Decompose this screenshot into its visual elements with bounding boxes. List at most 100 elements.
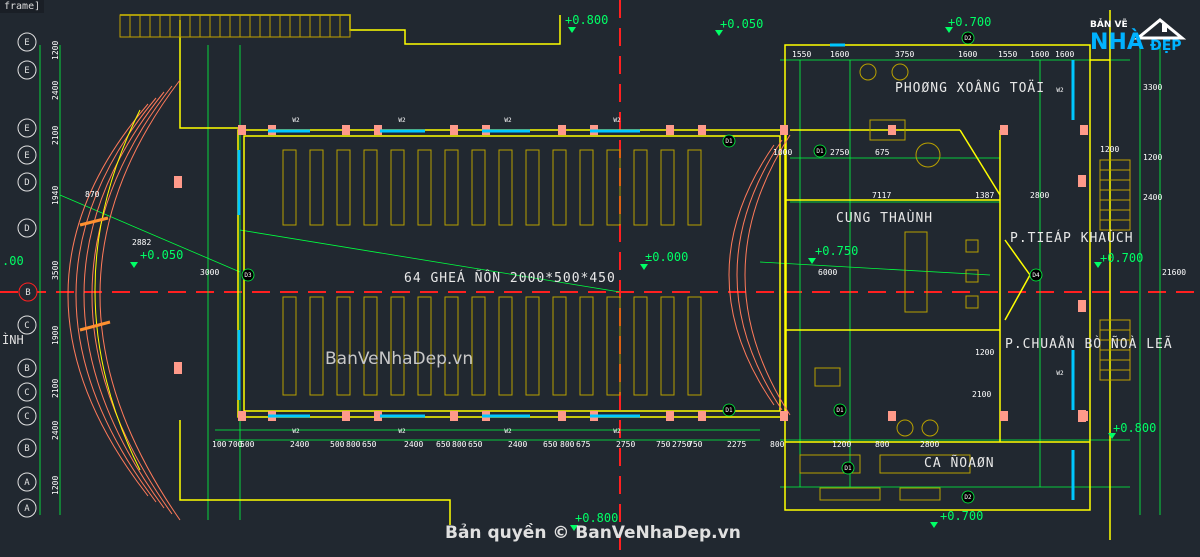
level-label: +0.050 [720,17,763,31]
pew-bench [633,149,648,226]
door-tag: D1 [725,407,733,414]
room-label-ca-doan: CA ÑOAØN [924,455,995,471]
column [1000,411,1008,421]
column [666,411,674,421]
pew-bench [687,296,702,396]
dimension-label: 650 [362,440,377,449]
pew-bench [282,296,297,396]
opening-tag-bubbles [241,31,1043,504]
pew-bench [444,296,459,396]
column [238,125,246,135]
pew-bench [660,296,675,396]
dimension-label: 1200 [51,476,60,495]
level-label: +0.800 [1113,421,1156,435]
column [450,125,458,135]
column [174,176,182,188]
pew-bench [660,149,675,226]
column [888,411,896,421]
pew-bench [579,149,594,226]
window-tag: W2 [398,117,406,124]
door-tag: D2 [964,35,972,42]
dimension-label: 2275 [727,440,746,449]
column [780,125,788,135]
axis-label: D [24,178,29,188]
logo-dep-text: ĐẸP [1150,38,1182,54]
dimension-label: 3500 [51,261,60,280]
door-tag: D1 [816,148,824,155]
column [558,411,566,421]
dimension-label: 2400 [1143,193,1162,202]
column [558,125,566,135]
dimension-label: 750 [688,440,703,449]
pew-bench [363,296,378,396]
logo-nha-text: NHÀ [1090,30,1144,55]
column [1078,300,1086,312]
dimension-label: 100 [212,440,227,449]
column [1080,125,1088,135]
dimension-label: 21600 [1162,268,1186,277]
door-tag: D1 [725,138,733,145]
room-label-chuan-bi: P.CHUAÅN BÒ ÑOÀ LEÃ [1005,336,1173,352]
dimension-label: 2800 [920,440,939,449]
axis-label-center: B [25,288,30,298]
column [780,411,788,421]
dimension-label: 1600 [958,50,977,59]
window-tag: W2 [1056,370,1064,377]
window-tag: W2 [504,117,512,124]
pew-bench [336,296,351,396]
pew-bench [471,149,486,226]
dimension-label: 1550 [792,50,811,59]
dimension-label: 800 [560,440,575,449]
axis-label: C [24,412,29,422]
floor-plan-drawing[interactable]: E E E E D D C B C C B A A B ÌNH +0.800 +… [0,0,1200,557]
dimension-label: 1600 [830,50,849,59]
pew-bench [552,296,567,396]
pew-bench [525,296,540,396]
dimension-label: 2400 [508,440,527,449]
axis-labels: E E E E D D C B C C B A A B [24,38,30,514]
dimension-label: 500 [330,440,345,449]
pew-bench [417,296,432,396]
dimension-label: 870 [85,190,100,199]
dimension-label: 800 [452,440,467,449]
pew-bench [633,296,648,396]
level-label: .00 [2,254,24,268]
pew-bench [471,296,486,396]
pew-bench [309,296,324,396]
pew-bench [525,149,540,226]
axis-label: A [24,478,30,488]
axis-label: C [24,321,29,331]
pew-bench [498,296,513,396]
column [1078,410,1086,422]
dimension-label: 1900 [51,326,60,345]
dimension-label: 1550 [998,50,1017,59]
dimension-label: 2800 [1030,191,1049,200]
window-tag: W2 [504,428,512,435]
column [342,125,350,135]
dimension-label: 650 [436,440,451,449]
pew-bench [687,149,702,226]
dimension-label: 675 [875,148,890,157]
dimension-label: 2400 [51,421,60,440]
window-tag: W2 [398,428,406,435]
room-label-tiep-khach: P.TIEÁP KHAÙCH [1010,230,1134,246]
pew-bench [498,149,513,226]
column [450,411,458,421]
dimension-label: 3000 [200,268,219,277]
dimension-label: 2100 [51,379,60,398]
level-label: +0.700 [940,509,983,523]
dimension-label: 2750 [830,148,849,157]
room-label-cung-thanh: CUNG THAÙNH [836,210,933,226]
copyright-notice: Bản quyền © BanVeNhaDep.vn [445,522,741,543]
dimension-label: 3750 [895,50,914,59]
dimension-label: 2882 [132,238,151,247]
pew-bench [309,149,324,226]
window-tag: W2 [613,117,621,124]
dimension-label: 7117 [872,191,891,200]
level-label: ±0.000 [645,250,688,264]
brand-logo: BẢN VẼ NHÀ ĐẸP [1090,8,1194,60]
dimension-label: 2100 [972,390,991,399]
level-label: +0.700 [1100,251,1143,265]
level-label: +0.750 [815,244,858,258]
dimension-label: 800 [346,440,361,449]
